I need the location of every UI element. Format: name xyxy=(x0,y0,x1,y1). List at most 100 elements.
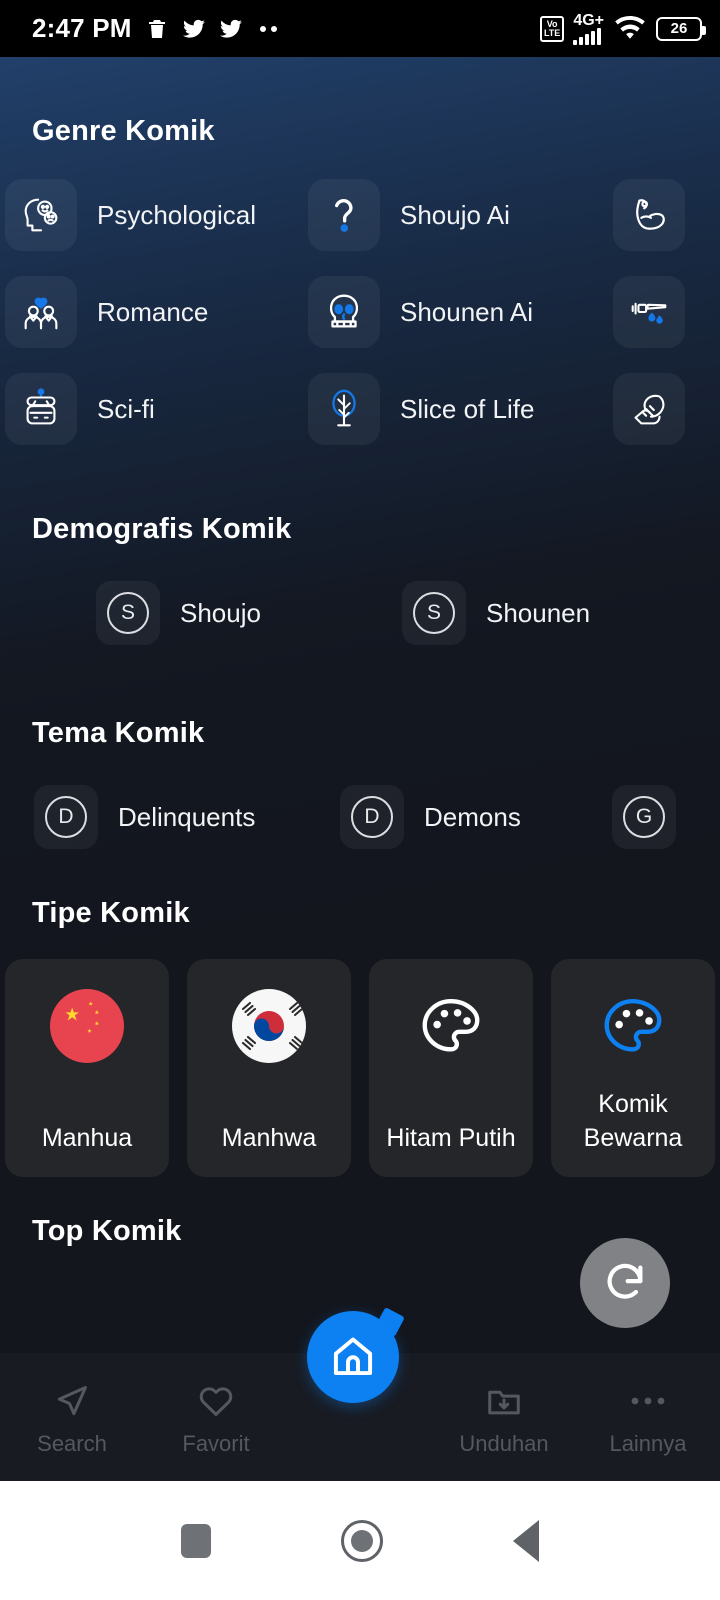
nav-label: Unduhan xyxy=(459,1431,549,1456)
genre-item-shounen-ai[interactable]: Shounen Ai xyxy=(308,276,613,348)
section-title-genre: Genre Komik xyxy=(32,115,215,147)
more-dots-icon xyxy=(259,25,277,32)
section-title-demographics: Demografis Komik xyxy=(32,513,292,545)
nav-item-unduhan[interactable]: Unduhan xyxy=(432,1353,576,1457)
letter-tile-icon: S xyxy=(96,581,160,645)
psychological-head-icon xyxy=(5,179,77,251)
hand-flame-icon xyxy=(613,373,685,445)
refresh-button[interactable] xyxy=(580,1238,670,1328)
theme-item-delinquents[interactable]: D Delinquents xyxy=(34,785,340,849)
bloody-sword-icon xyxy=(613,276,685,348)
demographics-item-shoujo[interactable]: S Shoujo xyxy=(96,581,402,645)
volte-line2: LTE xyxy=(543,27,561,38)
circle-icon[interactable] xyxy=(341,1519,383,1562)
status-bar-clock: 2:47 PM xyxy=(32,13,132,43)
battery-icon: 26 xyxy=(656,16,706,41)
square-icon[interactable] xyxy=(181,1523,211,1558)
genre-item-psychological[interactable]: Psychological xyxy=(5,179,308,251)
trash-icon xyxy=(148,19,165,38)
type-card-komik-bewarna[interactable]: Komik Bewarna xyxy=(551,959,715,1177)
demographics-initial: S xyxy=(413,592,455,634)
app-content: Genre Komik Psychological Shoujo Ai Roma… xyxy=(0,57,720,1481)
theme-item-demons[interactable]: D Demons xyxy=(340,785,612,849)
theme-initial: G xyxy=(623,796,665,838)
letter-tile-icon: G xyxy=(612,785,676,849)
type-label: Manhwa xyxy=(221,1124,317,1152)
china-flag-icon xyxy=(50,989,124,1063)
palette-blue-icon xyxy=(596,989,670,1063)
send-cursor-icon xyxy=(53,1381,91,1421)
type-card-manhua[interactable]: Manhua xyxy=(5,959,169,1177)
palette-white-icon xyxy=(414,989,488,1063)
letter-tile-icon: S xyxy=(402,581,466,645)
theme-label: Delinquents xyxy=(118,801,256,832)
theme-label: Demons xyxy=(424,801,521,832)
status-bar-right: Vo LTE 4G+ 26 xyxy=(539,11,706,45)
theme-row[interactable]: D Delinquents D Demons G xyxy=(34,785,720,849)
type-label: Hitam Putih xyxy=(386,1124,516,1152)
demographics-initial: S xyxy=(107,592,149,634)
theme-item-partial[interactable]: G xyxy=(612,785,696,849)
genre-label: Psychological xyxy=(97,199,256,230)
genre-item-partial-1[interactable] xyxy=(613,179,705,251)
genre-item-slice-of-life[interactable]: Slice of Life xyxy=(308,373,613,445)
twitter-icon xyxy=(219,19,242,38)
korea-flag-icon xyxy=(232,989,306,1063)
network-type-label: 4G+ xyxy=(573,11,604,29)
battery-level-label: 26 xyxy=(670,20,688,37)
genre-item-sci-fi[interactable]: Sci-fi xyxy=(5,373,308,445)
genre-label: Shounen Ai xyxy=(400,296,534,327)
wifi-icon xyxy=(615,15,645,39)
nav-item-search[interactable]: Search xyxy=(0,1353,144,1457)
theme-initial: D xyxy=(351,796,393,838)
type-card-hitam-putih[interactable]: Hitam Putih xyxy=(369,959,533,1177)
home-icon xyxy=(333,1337,373,1376)
nav-label: Search xyxy=(37,1431,107,1456)
genre-item-shoujo-ai[interactable]: Shoujo Ai xyxy=(308,179,613,251)
refresh-icon xyxy=(607,1263,643,1299)
volte-icon: Vo LTE xyxy=(539,15,565,42)
twitter-icon xyxy=(182,19,205,38)
section-title-theme: Tema Komik xyxy=(32,717,205,749)
demographics-label: Shoujo xyxy=(180,597,261,628)
section-title-type: Tipe Komik xyxy=(32,897,190,929)
theme-initial: D xyxy=(45,796,87,838)
nav-item-favorit[interactable]: Favorit xyxy=(144,1353,288,1457)
question-mark-icon xyxy=(308,179,380,251)
folder-download-icon xyxy=(485,1381,523,1421)
letter-tile-icon: D xyxy=(340,785,404,849)
signal-bars-icon xyxy=(573,27,602,45)
tree-icon xyxy=(308,373,380,445)
genre-row-1[interactable]: Psychological Shoujo Ai xyxy=(5,179,720,251)
android-navigation-bar[interactable] xyxy=(0,1481,720,1600)
nav-item-lainnya[interactable]: Lainnya xyxy=(576,1353,720,1457)
demographics-item-shounen[interactable]: S Shounen xyxy=(402,581,590,645)
demographics-label: Shounen xyxy=(486,597,591,628)
genre-label: Sci-fi xyxy=(97,393,155,424)
type-label: Manhua xyxy=(41,1124,133,1152)
genre-item-partial-3[interactable] xyxy=(613,373,705,445)
robot-icon xyxy=(5,373,77,445)
genre-item-romance[interactable]: Romance xyxy=(5,276,308,348)
nav-label: Favorit xyxy=(182,1431,250,1456)
skull-icon xyxy=(308,276,380,348)
genre-row-3[interactable]: Sci-fi Slice of Life xyxy=(5,373,720,445)
genre-item-partial-2[interactable] xyxy=(613,276,705,348)
genre-label: Shoujo Ai xyxy=(400,199,510,230)
more-dots-icon xyxy=(629,1381,667,1421)
nav-item-home[interactable] xyxy=(307,1311,399,1403)
status-bar-left: 2:47 PM xyxy=(32,13,277,44)
type-card-manhwa[interactable]: Manhwa xyxy=(187,959,351,1177)
nav-label: Lainnya xyxy=(609,1431,687,1456)
status-bar: 2:47 PM Vo LTE 4G+ 26 xyxy=(0,0,720,57)
genre-label: Slice of Life xyxy=(400,393,535,424)
genre-row-2[interactable]: Romance Shounen Ai xyxy=(5,276,720,348)
network-indicator: 4G+ xyxy=(573,11,604,45)
heart-icon xyxy=(197,1381,235,1421)
type-label: Komik Bewarna xyxy=(583,1090,683,1152)
type-row[interactable]: Manhua Manhwa Hitam Putih Komik Bewarna xyxy=(5,959,715,1177)
demographics-row[interactable]: S Shoujo S Shounen xyxy=(96,581,720,645)
triangle-back-icon[interactable] xyxy=(513,1519,539,1562)
section-title-top: Top Komik xyxy=(32,1215,182,1247)
genre-label: Romance xyxy=(97,296,209,327)
